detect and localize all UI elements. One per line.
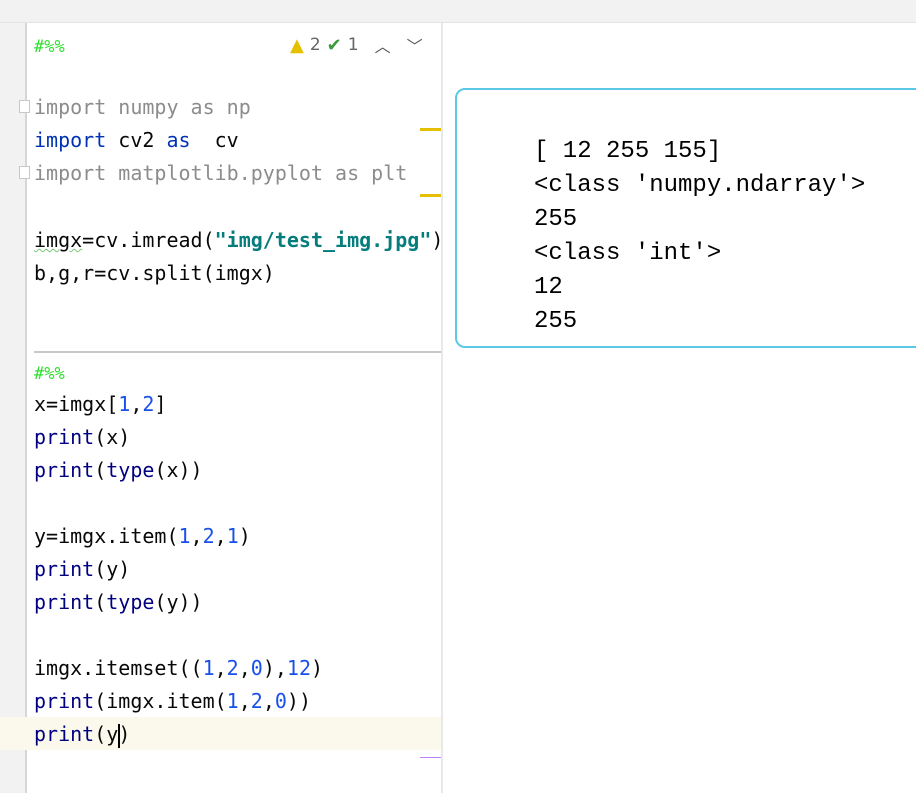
code-token: import numpy as np	[34, 95, 251, 119]
code-token: 1	[226, 524, 239, 548]
code-token: 2	[142, 392, 155, 416]
code-line[interactable]: imgx.itemset((1,2,0),12)	[34, 652, 323, 685]
code-token: print	[34, 557, 95, 581]
output-line: 255	[534, 206, 578, 233]
code-token: ,	[238, 689, 251, 713]
code-token: print	[34, 590, 95, 614]
output-line: <class 'numpy.ndarray'>	[534, 172, 866, 199]
output-line: [ 12 255 155]	[534, 138, 722, 165]
code-token: (x))	[154, 458, 203, 482]
code-token: "img/test_img.jpg"	[214, 228, 432, 252]
code-token: ,	[214, 656, 227, 680]
fold-end-icon[interactable]	[19, 166, 30, 179]
code-token: ),	[262, 656, 287, 680]
warning-stripe-marker[interactable]	[420, 128, 441, 131]
code-token: )	[311, 656, 324, 680]
chevron-down-icon[interactable]: ﹀	[407, 33, 423, 57]
code-line[interactable]: imgx=cv.imread("img/test_img.jpg")	[34, 224, 443, 257]
code-token: import	[34, 128, 107, 152]
code-token: (y)	[94, 557, 131, 581]
code-token: print	[34, 689, 95, 713]
code-line[interactable]: print(type(x))	[34, 454, 203, 487]
inspection-widget[interactable]: ▲ 2 ✔ 1 ︿ ﹀	[290, 33, 423, 57]
code-token: ,	[262, 689, 275, 713]
chevron-up-icon[interactable]: ︿	[375, 33, 391, 57]
code-token: )	[431, 228, 444, 252]
code-token: 0	[274, 689, 287, 713]
code-token: 2	[202, 524, 215, 548]
code-token: type	[106, 458, 155, 482]
code-token: imgx.itemset((	[34, 656, 203, 680]
code-line[interactable]: print(imgx.item(1,2,0))	[34, 685, 311, 718]
code-token: print	[34, 425, 95, 449]
code-token: ))	[286, 689, 311, 713]
code-token: (imgx.item(	[94, 689, 227, 713]
code-line[interactable]: y=imgx.item(1,2,1)	[34, 520, 251, 553]
code-token: 2	[226, 656, 239, 680]
warning-count: 2	[309, 35, 321, 55]
code-token: (	[94, 458, 107, 482]
warning-triangle-icon: ▲	[290, 34, 304, 56]
warning-stripe-marker[interactable]	[420, 194, 441, 197]
code-line[interactable]: print(type(y))	[34, 586, 203, 619]
cell-separator	[34, 351, 441, 353]
editor-gutter	[0, 23, 27, 793]
code-token: ,	[214, 524, 227, 548]
code-token: #%%	[34, 37, 65, 57]
code-token: cv	[190, 128, 239, 152]
code-token: 12	[286, 656, 311, 680]
output-popup	[455, 88, 916, 348]
code-token: x=imgx[	[34, 392, 119, 416]
fold-start-icon[interactable]	[19, 100, 30, 113]
code-token: 1	[118, 392, 131, 416]
code-token: import matplotlib.pyplot as plt	[34, 161, 408, 185]
code-token: #%%	[34, 364, 65, 384]
code-token: ]	[154, 392, 167, 416]
code-line[interactable]: b,g,r=cv.split(imgx)	[34, 257, 275, 290]
code-token: (y	[94, 722, 119, 746]
output-line: <class 'int'>	[534, 240, 722, 267]
code-token: cv2	[106, 128, 167, 152]
code-line[interactable]: x=imgx[1,2]	[34, 388, 166, 421]
code-token: imgx	[34, 228, 83, 252]
code-token: print	[34, 458, 95, 482]
code-line[interactable]: import cv2 as cv	[34, 124, 239, 157]
output-line: 255	[534, 308, 578, 335]
code-token: (x)	[94, 425, 131, 449]
code-token: y=imgx.item(	[34, 524, 179, 548]
code-token: ,	[130, 392, 143, 416]
code-line[interactable]: print(y)	[34, 718, 130, 751]
code-line[interactable]: print(x)	[34, 421, 130, 454]
code-token: type	[106, 590, 155, 614]
top-toolbar	[0, 0, 916, 23]
weak-warning-count: 1	[347, 35, 359, 55]
code-line[interactable]: import matplotlib.pyplot as plt	[34, 157, 407, 190]
code-token: (y))	[154, 590, 203, 614]
code-token: as	[166, 128, 191, 152]
code-token: )	[238, 524, 251, 548]
code-line[interactable]: #%%	[34, 29, 65, 62]
code-token: 1	[178, 524, 191, 548]
code-token: 1	[226, 689, 239, 713]
scroll-marker	[420, 757, 441, 758]
code-token: 0	[250, 656, 263, 680]
code-token: 2	[250, 689, 263, 713]
code-token: b,g,r=cv.split(imgx)	[34, 261, 275, 285]
code-token: (	[94, 590, 107, 614]
check-icon: ✔	[326, 34, 342, 56]
code-token: ,	[238, 656, 251, 680]
output-line: 12	[534, 274, 563, 301]
code-token: =cv.imread(	[82, 228, 215, 252]
code-token: print	[34, 722, 95, 746]
code-token: 1	[202, 656, 215, 680]
code-token: ,	[190, 524, 203, 548]
code-line[interactable]: #%%	[34, 356, 65, 389]
code-line[interactable]: print(y)	[34, 553, 130, 586]
code-line[interactable]: import numpy as np	[34, 91, 251, 124]
code-token: )	[118, 722, 131, 746]
